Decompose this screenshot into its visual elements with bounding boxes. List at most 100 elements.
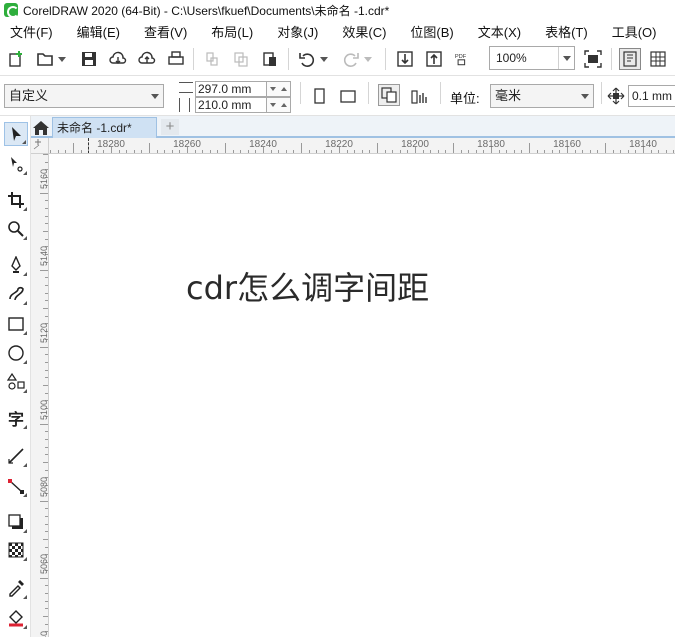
page-size-preset-select[interactable]: 自定义 — [4, 84, 164, 108]
menu-layout[interactable]: 布局(L) — [211, 22, 253, 41]
zoom-dropdown-chevron-icon[interactable] — [558, 47, 574, 69]
menu-file[interactable]: 文件(F) — [10, 22, 53, 41]
current-page-icon[interactable] — [408, 85, 430, 107]
ruler-tick — [361, 150, 363, 153]
ruler-tick — [384, 150, 386, 153]
ruler-tick — [103, 150, 105, 153]
artistic-media-tool-icon[interactable] — [4, 282, 28, 306]
polygon-tool-icon[interactable] — [4, 370, 28, 394]
ruler-tick — [468, 150, 470, 153]
ruler-tick — [407, 150, 409, 153]
page-preset-chevron-icon[interactable] — [147, 85, 163, 107]
ruler-tick — [43, 539, 48, 540]
parallel-dimension-tool-icon[interactable] — [4, 444, 28, 468]
copy-icon[interactable] — [230, 48, 252, 70]
pick-tool-icon[interactable] — [4, 122, 28, 146]
transparency-tool-icon[interactable] — [4, 538, 28, 562]
menu-text[interactable]: 文本(X) — [478, 22, 521, 41]
horizontal-ruler-label: 18240 — [249, 139, 277, 150]
redo-icon[interactable] — [340, 48, 362, 70]
export-icon[interactable] — [423, 48, 445, 70]
coreldraw-logo-icon — [4, 3, 19, 18]
ruler-tick — [45, 608, 48, 610]
menu-tools[interactable]: 工具(O) — [612, 22, 657, 41]
horizontal-ruler-label: 18140 — [629, 139, 657, 150]
pen-tool-icon[interactable] — [4, 253, 28, 277]
horizontal-ruler[interactable]: 18280 18260 18240 18220 18200 18180 18160 18140 — [49, 138, 675, 154]
new-document-icon[interactable] — [5, 48, 27, 70]
menu-table[interactable]: 表格(T) — [545, 22, 588, 41]
eyedropper-tool-icon[interactable] — [4, 576, 28, 600]
document-tab[interactable]: 未命名 -1.cdr* — [52, 117, 157, 138]
ruler-tick — [217, 150, 219, 153]
print-icon[interactable] — [165, 48, 187, 70]
ruler-tick — [582, 150, 584, 153]
text-tool-icon[interactable]: 字 — [4, 406, 28, 430]
landscape-orientation-icon[interactable] — [337, 85, 359, 107]
menu-edit[interactable]: 编辑(E) — [77, 22, 120, 41]
interactive-fill-tool-icon[interactable] — [4, 606, 28, 630]
zoom-tool-icon[interactable] — [4, 217, 28, 241]
portrait-orientation-icon[interactable] — [308, 85, 330, 107]
page-width-field[interactable]: 297.0 mm — [195, 81, 267, 97]
ruler-cursor-marker — [88, 138, 89, 153]
grid-toggle-icon[interactable] — [647, 48, 669, 70]
import-icon[interactable] — [394, 48, 416, 70]
page-height-spinner[interactable] — [267, 97, 291, 113]
redo-chevron-icon[interactable] — [362, 48, 374, 70]
undo-icon[interactable] — [296, 48, 318, 70]
zoom-level-select[interactable]: 100% — [489, 46, 575, 70]
canvas-text-object[interactable]: cdr怎么调字间距 — [186, 263, 429, 309]
ruler-tick — [45, 392, 48, 394]
ruler-tick — [551, 150, 553, 153]
open-recent-chevron-icon[interactable] — [56, 48, 68, 70]
ruler-tick — [301, 143, 302, 153]
nudge-distance-field[interactable]: 0.1 mm — [628, 85, 675, 107]
page-height-field[interactable]: 210.0 mm — [195, 97, 267, 113]
ruler-tick — [483, 150, 485, 153]
drop-shadow-tool-icon[interactable] — [4, 510, 28, 534]
ellipse-tool-icon[interactable] — [4, 341, 28, 365]
connector-tool-icon[interactable] — [4, 474, 28, 498]
cloud-upload-icon[interactable] — [136, 48, 158, 70]
page-width-spinner[interactable] — [267, 81, 291, 97]
menu-effects[interactable]: 效果(C) — [342, 22, 386, 41]
vertical-ruler-label: 5120 — [39, 322, 49, 343]
shape-tool-icon[interactable] — [4, 152, 28, 176]
undo-chevron-icon[interactable] — [318, 48, 330, 70]
units-select[interactable]: 毫米 — [490, 84, 594, 108]
ruler-tick — [399, 150, 401, 153]
ruler-tick — [45, 431, 48, 433]
cloud-download-icon[interactable] — [107, 48, 129, 70]
units-chevron-icon[interactable] — [577, 85, 593, 107]
open-folder-icon[interactable] — [34, 48, 56, 70]
ruler-tick — [164, 150, 166, 153]
menu-object[interactable]: 对象(J) — [277, 22, 318, 41]
new-document-tab-button[interactable]: + — [161, 119, 179, 135]
ruler-tick — [270, 150, 272, 153]
ruler-tick — [278, 150, 280, 153]
full-screen-icon[interactable] — [582, 48, 604, 70]
rulers-toggle-icon[interactable] — [619, 48, 641, 70]
crop-tool-icon[interactable] — [4, 188, 28, 212]
ruler-tick — [45, 623, 48, 625]
cut-icon[interactable] — [201, 48, 223, 70]
ruler-origin[interactable] — [31, 138, 49, 154]
ruler-tick — [209, 150, 211, 153]
home-icon[interactable] — [32, 119, 50, 137]
save-icon[interactable] — [78, 48, 100, 70]
all-pages-icon[interactable] — [378, 84, 400, 106]
ruler-tick — [65, 150, 67, 153]
rectangle-tool-icon[interactable] — [4, 312, 28, 336]
ruler-tick — [620, 150, 622, 153]
menu-view[interactable]: 查看(V) — [144, 22, 187, 41]
menu-bitmaps[interactable]: 位图(B) — [410, 22, 453, 41]
ruler-tick — [430, 150, 432, 153]
ruler-tick — [323, 150, 325, 153]
vertical-ruler[interactable]: 5160 5140 5120 5100 5080 5060 5040 — [31, 154, 49, 637]
drawing-canvas[interactable] — [50, 155, 675, 637]
publish-pdf-icon[interactable]: PDF — [452, 48, 474, 70]
ruler-tick — [45, 377, 48, 379]
window-title: CorelDRAW 2020 (64-Bit) - C:\Users\fkuef… — [23, 3, 390, 18]
paste-icon[interactable] — [259, 48, 281, 70]
